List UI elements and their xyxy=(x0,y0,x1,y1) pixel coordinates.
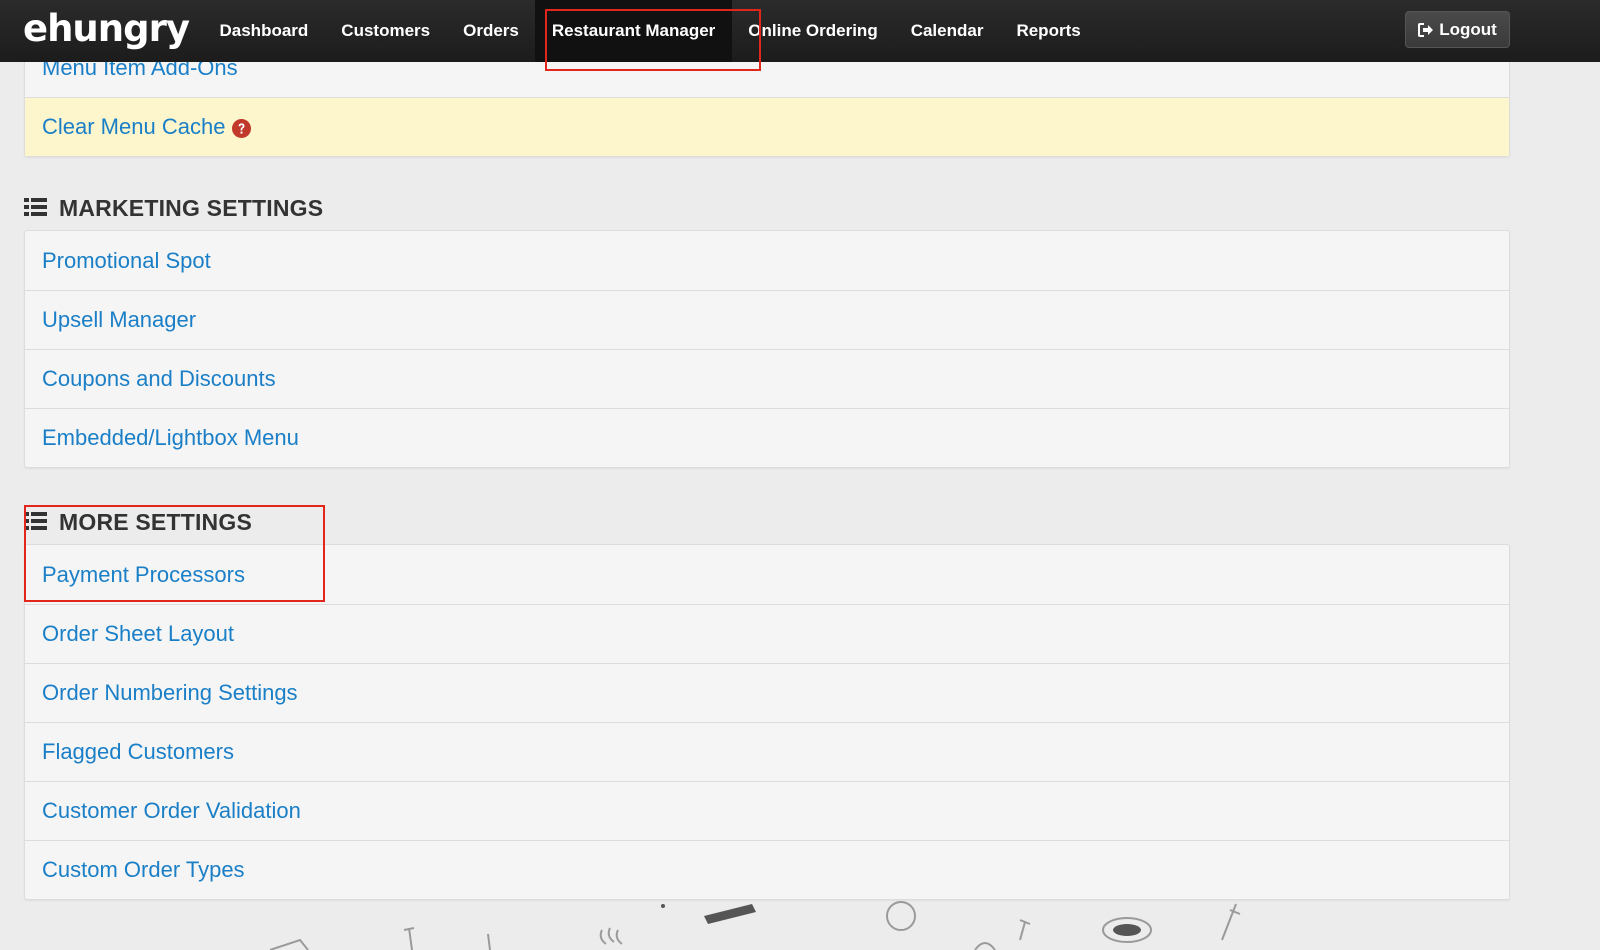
marketing-settings-title: MARKETING SETTINGS xyxy=(59,194,324,221)
more-settings-header: MORE SETTINGS xyxy=(24,507,252,537)
list-icon xyxy=(24,509,47,536)
nav-item-orders[interactable]: Orders xyxy=(447,0,536,62)
order-numbering-settings-link[interactable]: Order Numbering Settings xyxy=(25,663,1509,722)
flagged-customers-link[interactable]: Flagged Customers xyxy=(25,722,1509,781)
nav-item-reports[interactable]: Reports xyxy=(1000,0,1097,62)
marketing-settings-header: MARKETING SETTINGS xyxy=(24,193,323,223)
nav-item-restaurant-manager[interactable]: Restaurant Manager xyxy=(535,0,732,62)
embedded-lightbox-menu-label: Embedded/Lightbox Menu xyxy=(42,425,299,450)
ehungry-logo[interactable]: ehungry xyxy=(23,6,190,52)
clear-menu-cache-label: Clear Menu Cache xyxy=(42,114,226,139)
coupons-and-discounts-link[interactable]: Coupons and Discounts xyxy=(25,349,1509,408)
promotional-spot-link[interactable]: Promotional Spot xyxy=(25,231,1509,290)
order-numbering-settings-label: Order Numbering Settings xyxy=(42,680,298,705)
customer-order-validation-link[interactable]: Customer Order Validation xyxy=(25,781,1509,840)
clear-menu-cache-link[interactable]: Clear Menu Cache xyxy=(25,97,1509,156)
main-nav: Dashboard Customers Orders Restaurant Ma… xyxy=(203,0,1097,62)
logout-label: Logout xyxy=(1439,19,1497,39)
more-settings-title: MORE SETTINGS xyxy=(59,508,253,535)
promotional-spot-label: Promotional Spot xyxy=(42,247,211,273)
custom-order-types-label: Custom Order Types xyxy=(42,857,245,882)
question-circle-icon[interactable] xyxy=(232,118,252,138)
coupons-and-discounts-label: Coupons and Discounts xyxy=(42,366,276,391)
custom-order-types-link[interactable]: Custom Order Types xyxy=(25,840,1509,899)
more-settings-panel: Payment Processors Order Sheet Layout Or… xyxy=(24,544,1510,900)
payment-processors-label: Payment Processors xyxy=(42,561,245,587)
customer-order-validation-label: Customer Order Validation xyxy=(42,798,301,823)
logout-icon xyxy=(1418,22,1434,37)
nav-item-customers[interactable]: Customers xyxy=(325,0,447,62)
flagged-customers-label: Flagged Customers xyxy=(42,739,234,764)
upsell-manager-link[interactable]: Upsell Manager xyxy=(25,290,1509,349)
embedded-lightbox-menu-link[interactable]: Embedded/Lightbox Menu xyxy=(25,408,1509,467)
food-doodles-decoration xyxy=(269,901,1241,950)
nav-item-calendar[interactable]: Calendar xyxy=(894,0,1000,62)
list-icon xyxy=(24,195,47,222)
payment-processors-link[interactable]: Payment Processors xyxy=(25,545,1509,604)
nav-item-dashboard[interactable]: Dashboard xyxy=(203,0,325,62)
order-sheet-layout-link[interactable]: Order Sheet Layout xyxy=(25,604,1509,663)
top-navbar: ehungry Dashboard Customers Orders Resta… xyxy=(0,0,1600,62)
logout-button[interactable]: Logout xyxy=(1405,11,1510,48)
nav-item-online-ordering[interactable]: Online Ordering xyxy=(732,0,894,62)
marketing-settings-panel: Promotional Spot Upsell Manager Coupons … xyxy=(24,230,1510,468)
upsell-manager-label: Upsell Manager xyxy=(42,307,197,332)
order-sheet-layout-label: Order Sheet Layout xyxy=(42,621,235,646)
